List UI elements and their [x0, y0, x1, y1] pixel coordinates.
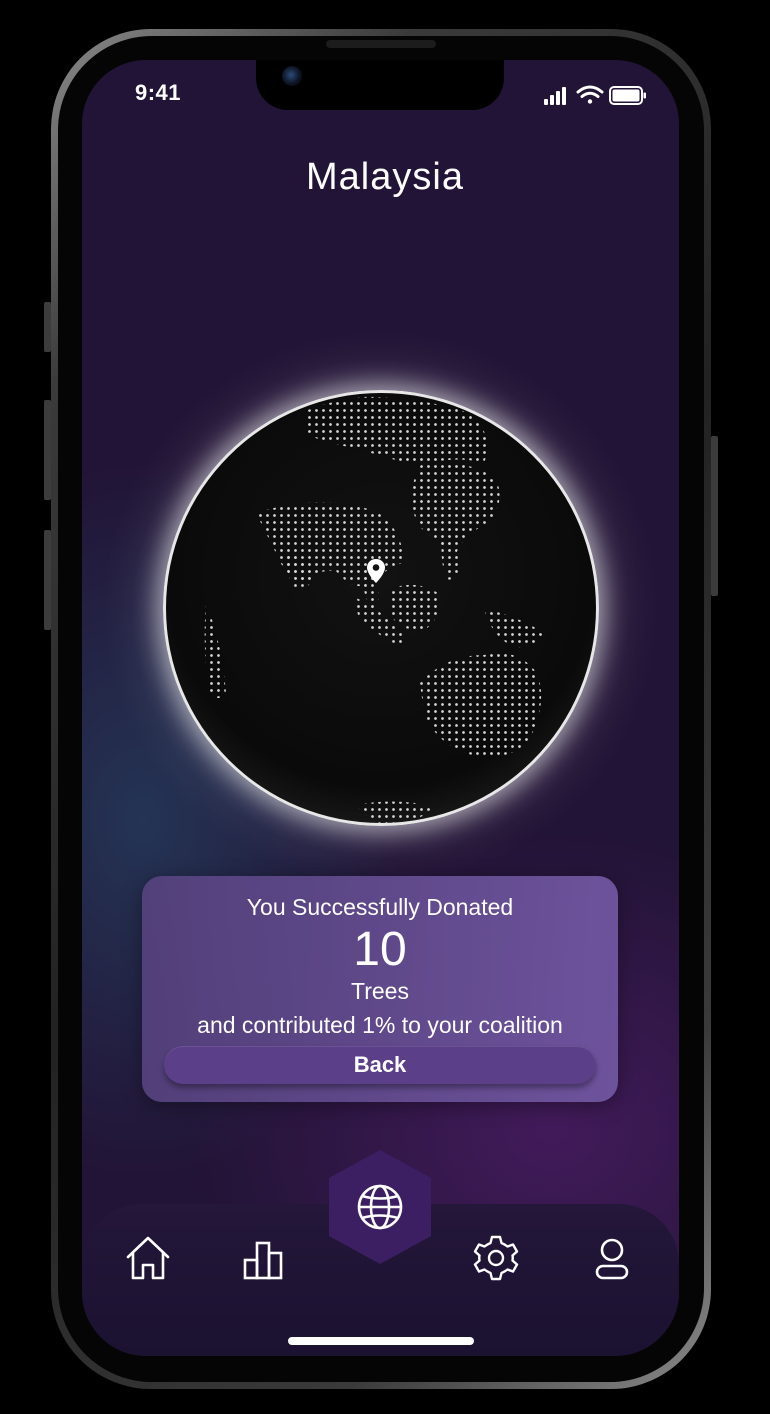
globe-dot-map — [204, 396, 544, 823]
mute-switch — [44, 302, 51, 352]
globe[interactable] — [163, 390, 599, 826]
status-time: 9:41 — [135, 80, 182, 105]
page-title: Malaysia — [306, 156, 464, 198]
donation-heading: You Successfully Donated — [246, 894, 514, 920]
gear-icon[interactable] — [470, 1232, 522, 1284]
wifi-icon — [576, 85, 604, 104]
donation-card: You Successfully Donated 10 Trees and co… — [142, 876, 618, 1102]
map-pin-icon[interactable] — [366, 558, 386, 584]
donation-detail: and contributed 1% to your coalition — [197, 1012, 563, 1038]
user-icon[interactable] — [586, 1234, 638, 1286]
status-icons — [544, 85, 646, 105]
front-camera — [282, 66, 302, 86]
donation-unit: Trees — [351, 978, 409, 1004]
donation-count: 10 — [353, 923, 407, 976]
back-button[interactable]: Back — [164, 1046, 596, 1084]
earpiece-speaker — [326, 40, 436, 48]
volume-down-button — [44, 530, 51, 630]
battery-icon — [609, 86, 646, 105]
home-icon[interactable] — [122, 1232, 174, 1284]
bar-chart-icon[interactable] — [238, 1234, 290, 1286]
signal-icon — [544, 87, 566, 105]
tab-globe[interactable] — [327, 1148, 433, 1266]
power-button — [711, 436, 718, 596]
home-indicator[interactable] — [288, 1337, 474, 1345]
volume-up-button — [44, 400, 51, 500]
